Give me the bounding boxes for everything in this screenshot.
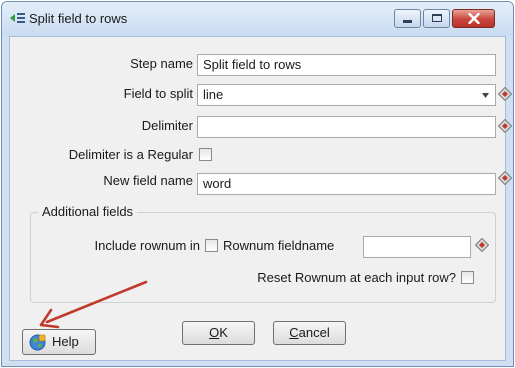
rownum-fieldname-input[interactable] [363,236,471,258]
maximize-button[interactable] [423,9,450,28]
variable-diamond-icon[interactable] [498,119,512,133]
delimiter-regex-checkbox[interactable] [199,148,212,161]
rownum-fieldname-label: Rownum fieldname [223,238,335,253]
maximize-icon [432,14,442,22]
delimiter-input[interactable] [197,116,496,138]
include-rownum-label: Include rownum in [94,238,201,253]
new-field-name-label: New field name [103,173,193,188]
window-title: Split field to rows [29,11,128,26]
close-button[interactable] [452,9,495,28]
step-name-input[interactable]: Split field to rows [197,54,496,76]
new-field-name-input[interactable]: word [197,173,496,195]
variable-diamond-icon[interactable] [475,238,489,252]
cancel-mnemonic: C [289,325,299,340]
reset-rownum-checkbox[interactable] [461,271,474,284]
dialog-content: Step name Split field to rows Field to s… [9,36,512,361]
cancel-button[interactable]: Cancel [273,321,346,345]
ok-label-rest: K [219,325,228,340]
minimize-icon [403,20,412,23]
close-icon [468,13,480,24]
field-to-split-value: line [203,87,224,102]
variable-diamond-icon[interactable] [498,171,512,185]
split-rows-icon [10,13,25,23]
reset-rownum-label: Reset Rownum at each input row? [257,270,456,285]
minimize-button[interactable] [394,9,421,28]
chevron-down-icon[interactable] [482,93,489,98]
title-bar[interactable]: Split field to rows [2,2,513,36]
help-button-label: Help [52,334,79,349]
delimiter-regex-label: Delimiter is a Regular [68,147,193,162]
step-name-label: Step name [130,56,193,71]
annotation-arrow [39,280,148,329]
help-button[interactable]: Help [22,329,96,355]
delimiter-label: Delimiter [141,118,193,133]
field-to-split-label: Field to split [123,86,193,101]
dialog-window: Split field to rows Step name Split fiel… [1,1,514,367]
include-rownum-checkbox[interactable] [205,239,218,252]
field-to-split-select[interactable]: line [197,84,496,106]
variable-diamond-icon[interactable] [498,87,512,101]
ok-mnemonic: O [209,325,220,340]
ok-button[interactable]: OK [182,321,255,345]
cancel-label-rest: ancel [298,325,330,340]
help-globe-icon [29,334,46,351]
additional-fields-title: Additional fields [38,204,138,220]
